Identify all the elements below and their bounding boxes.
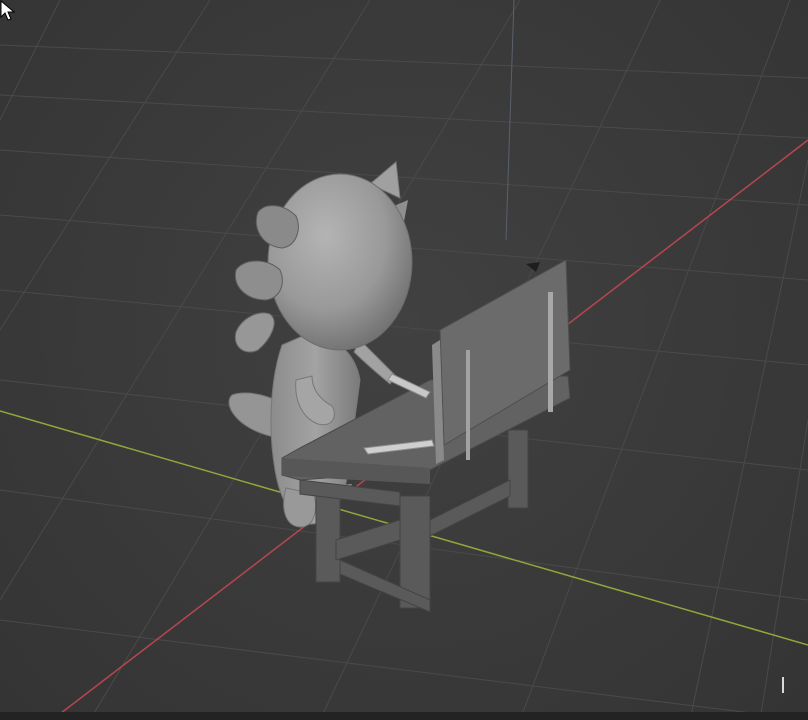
head-horn-upper [255,205,299,249]
z-axis-line [505,0,515,241]
character-head [267,173,413,351]
desk-back-highlight-2 [466,350,470,460]
viewport-canvas [0,0,808,720]
arrow-cursor-icon [0,0,16,21]
viewport-grid [0,0,808,720]
head-horn-lower [234,260,283,301]
3d-viewport[interactable] [0,0,808,720]
status-strip [0,712,808,720]
head-cheek [234,312,275,353]
scroll-indicator [782,677,784,693]
desk-back-highlight-1 [548,292,553,412]
